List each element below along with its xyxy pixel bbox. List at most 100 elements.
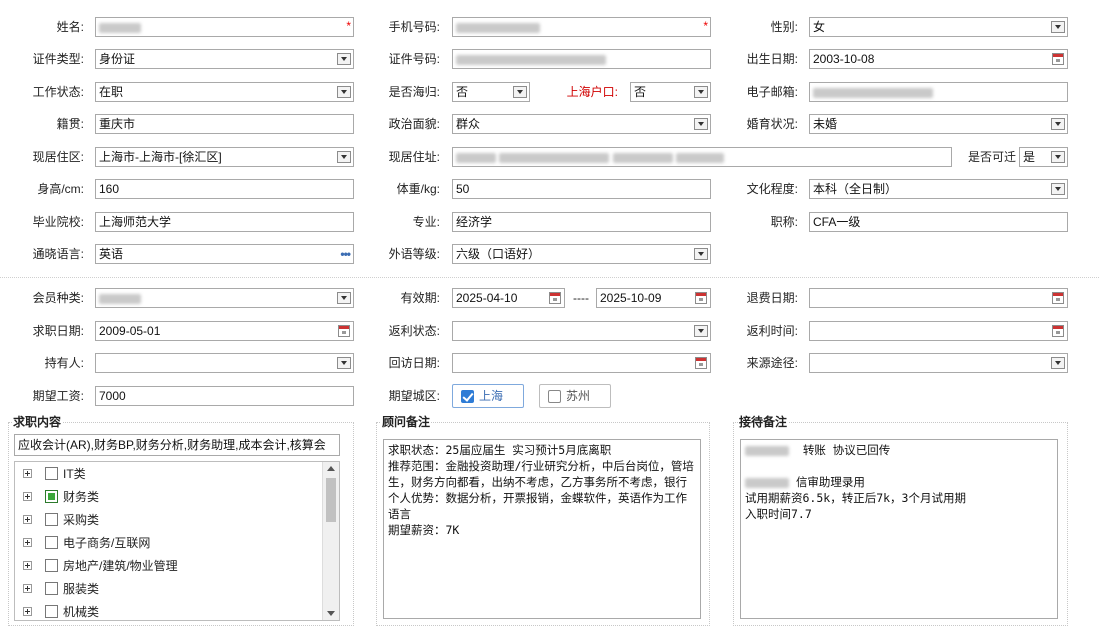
- chevron-down-icon[interactable]: [1051, 118, 1065, 130]
- id-number-input[interactable]: [452, 49, 711, 69]
- major-input[interactable]: 经济学: [452, 212, 711, 232]
- chevron-down-icon[interactable]: [694, 118, 708, 130]
- language-level-select[interactable]: 六级（口语好）: [452, 244, 711, 264]
- validity-end-input[interactable]: 2025-10-09: [596, 288, 711, 308]
- current-address-input[interactable]: [452, 147, 952, 167]
- calendar-icon[interactable]: [1052, 53, 1064, 65]
- gender-value: 女: [813, 20, 826, 34]
- phone-input[interactable]: *: [452, 17, 711, 37]
- native-place-label: 籍贯:: [56, 117, 84, 131]
- expected-salary-value: 7000: [99, 389, 126, 403]
- work-status-select[interactable]: 在职: [95, 82, 354, 102]
- checkbox-icon[interactable]: [45, 513, 58, 526]
- member-type-select[interactable]: [95, 288, 354, 308]
- expand-icon[interactable]: [23, 515, 32, 524]
- chevron-down-icon[interactable]: [337, 357, 351, 369]
- expected-salary-input[interactable]: 7000: [95, 386, 354, 406]
- school-input[interactable]: 上海师范大学: [95, 212, 354, 232]
- checkbox-icon[interactable]: [45, 536, 58, 549]
- calendar-icon[interactable]: [549, 292, 561, 304]
- expand-icon[interactable]: [23, 538, 32, 547]
- chevron-down-icon[interactable]: [1051, 21, 1065, 33]
- checkbox-icon[interactable]: [45, 559, 58, 572]
- holder-select[interactable]: [95, 353, 354, 373]
- note-line: 转账 协议已回传: [745, 442, 1053, 458]
- chevron-down-icon[interactable]: [694, 248, 708, 260]
- scroll-up-icon[interactable]: [327, 466, 335, 471]
- city-option-shanghai[interactable]: 上海: [452, 384, 524, 408]
- name-input[interactable]: *: [95, 17, 354, 37]
- checkbox-icon[interactable]: [45, 605, 58, 618]
- chevron-down-icon[interactable]: [1051, 357, 1065, 369]
- visit-date-input[interactable]: [452, 353, 711, 373]
- education-select[interactable]: 本科（全日制）: [809, 179, 1068, 199]
- job-category-tree[interactable]: IT类 财务类 采购类 电子商务/互联网 房地产/建筑/物业管理 服装类 机械类: [14, 461, 340, 621]
- note-line: 求职状态：25届应届生 实习预计5月底离职: [388, 443, 612, 457]
- political-select[interactable]: 群众: [452, 114, 711, 134]
- consultant-notes-textarea[interactable]: 求职状态：25届应届生 实习预计5月底离职 推荐范围：金融投资助理/行业研究分析，…: [383, 439, 701, 619]
- validity-start-input[interactable]: 2025-04-10: [452, 288, 565, 308]
- tree-item-label: 房地产/建筑/物业管理: [63, 559, 178, 573]
- height-label: 身高/cm:: [37, 182, 84, 196]
- city-option-suzhou[interactable]: 苏州: [539, 384, 611, 408]
- chevron-down-icon[interactable]: [1051, 183, 1065, 195]
- job-date-input[interactable]: 2009-05-01: [95, 321, 354, 341]
- native-place-input[interactable]: 重庆市: [95, 114, 354, 134]
- calendar-icon[interactable]: [1052, 325, 1064, 337]
- shanghai-hukou-value: 否: [634, 85, 647, 99]
- weight-input[interactable]: 50: [452, 179, 711, 199]
- redacted-text: [456, 54, 606, 65]
- chevron-down-icon[interactable]: [337, 151, 351, 163]
- chevron-down-icon[interactable]: [337, 292, 351, 304]
- marital-select[interactable]: 未婚: [809, 114, 1068, 134]
- email-input[interactable]: [809, 82, 1068, 102]
- expand-icon[interactable]: [23, 492, 32, 501]
- birth-date-input[interactable]: 2003-10-08: [809, 49, 1068, 69]
- checkbox-icon[interactable]: [45, 582, 58, 595]
- chevron-down-icon[interactable]: [694, 86, 708, 98]
- chevron-down-icon[interactable]: [694, 325, 708, 337]
- checkbox-icon[interactable]: [45, 490, 58, 503]
- id-type-select[interactable]: 身份证: [95, 49, 354, 69]
- title-input[interactable]: CFA一级: [809, 212, 1068, 232]
- calendar-icon[interactable]: [695, 357, 707, 369]
- calendar-icon[interactable]: [1052, 292, 1064, 304]
- current-area-select[interactable]: 上海市-上海市-[徐汇区]: [95, 147, 354, 167]
- id-type-value: 身份证: [99, 52, 136, 66]
- more-icon[interactable]: •••: [340, 245, 351, 263]
- checkbox-checked-icon: [461, 390, 474, 403]
- scroll-down-icon[interactable]: [327, 611, 335, 616]
- job-content-summary[interactable]: 应收会计(AR),财务BP,财务分析,财务助理,成本会计,核算会: [14, 434, 340, 456]
- chevron-down-icon[interactable]: [337, 53, 351, 65]
- refund-date-input[interactable]: [809, 288, 1068, 308]
- rebate-status-select[interactable]: [452, 321, 711, 341]
- expand-icon[interactable]: [23, 561, 32, 570]
- source-select[interactable]: [809, 353, 1068, 373]
- chevron-down-icon[interactable]: [1051, 151, 1065, 163]
- redacted-text: [456, 152, 496, 163]
- height-input[interactable]: 160: [95, 179, 354, 199]
- gender-select[interactable]: 女: [809, 17, 1068, 37]
- language-input[interactable]: 英语 •••: [95, 244, 354, 264]
- redacted-text: [456, 22, 540, 33]
- calendar-icon[interactable]: [695, 292, 707, 304]
- shanghai-hukou-select[interactable]: 否: [630, 82, 711, 102]
- tree-scrollbar[interactable]: [322, 462, 339, 620]
- expand-icon[interactable]: [23, 469, 32, 478]
- checkbox-icon[interactable]: [45, 467, 58, 480]
- returnee-select[interactable]: 否: [452, 82, 530, 102]
- rebate-time-input[interactable]: [809, 321, 1068, 341]
- expand-icon[interactable]: [23, 584, 32, 593]
- note-line: 期望薪资：7K: [388, 523, 460, 537]
- phone-label: 手机号码:: [388, 20, 440, 34]
- scroll-thumb[interactable]: [326, 478, 336, 522]
- chevron-down-icon[interactable]: [513, 86, 527, 98]
- reception-notes-textarea[interactable]: 转账 协议已回传 信审助理录用 试用期薪资6.5k，转正后7k，3个月试用期 入职时…: [740, 439, 1058, 619]
- relocatable-select[interactable]: 是: [1019, 147, 1068, 167]
- current-address-label: 现居住址:: [388, 150, 440, 164]
- calendar-icon[interactable]: [338, 325, 350, 337]
- expand-icon[interactable]: [23, 607, 32, 616]
- validity-end-value: 2025-10-09: [600, 291, 662, 305]
- chevron-down-icon[interactable]: [337, 86, 351, 98]
- visit-date-label: 回访日期:: [388, 356, 440, 370]
